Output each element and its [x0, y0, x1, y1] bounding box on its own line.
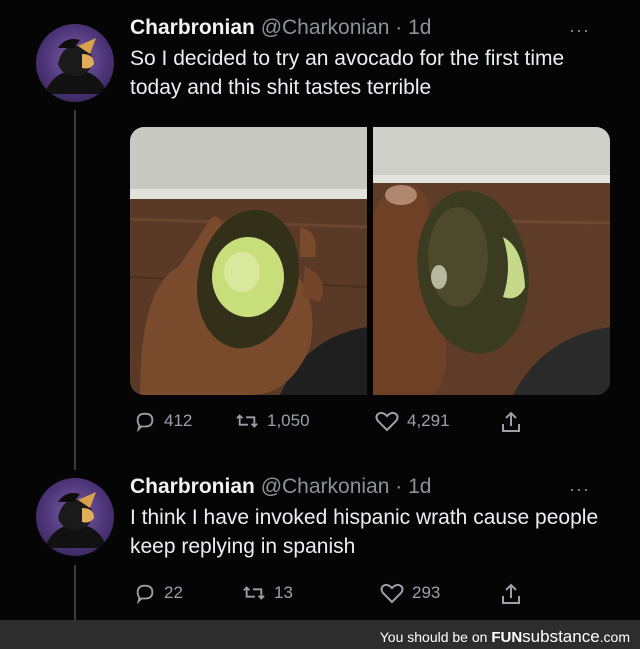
more-icon[interactable]: ···	[569, 20, 590, 41]
author-handle[interactable]: @Charkonian	[261, 16, 390, 39]
tweet-text: So I decided to try an avocado for the f…	[130, 47, 565, 99]
share-icon	[502, 411, 520, 432]
avocado-photo-2[interactable]	[373, 127, 610, 395]
share-button[interactable]	[500, 582, 530, 606]
tweet-text: I think I have invoked hispanic wrath ca…	[130, 506, 599, 558]
retweet-icon	[236, 414, 258, 428]
avatar-image	[44, 38, 108, 94]
retweet-count: 1,050	[267, 411, 310, 430]
brand-bold: FUN	[491, 629, 523, 646]
reply-button[interactable]: 412	[134, 410, 192, 432]
photo-grid[interactable]	[130, 127, 610, 395]
author-handle[interactable]: @Charkonian	[261, 475, 390, 498]
tweet-2[interactable]: Charbronian @Charkonian · 1d ··· I think…	[130, 475, 610, 561]
retweet-button[interactable]: 1,050	[235, 410, 310, 432]
share-icon	[502, 583, 520, 604]
reply-count: 22	[164, 583, 183, 602]
timestamp[interactable]: · 1d	[395, 475, 431, 498]
reply-icon	[136, 584, 154, 604]
avatar[interactable]	[36, 24, 114, 102]
avatar[interactable]	[36, 478, 114, 556]
tweet-1-actions: 412 1,050 4,291	[130, 410, 530, 440]
tweet-1[interactable]: Charbronian @Charkonian · 1d ··· So I de…	[130, 16, 610, 102]
thread-line-bottom	[74, 565, 76, 620]
tweet-header: Charbronian @Charkonian · 1d	[130, 16, 610, 40]
share-button[interactable]	[500, 410, 530, 434]
author-name[interactable]: Charbronian	[130, 475, 255, 498]
retweet-count: 13	[274, 583, 293, 602]
tweet-header: Charbronian @Charkonian · 1d	[130, 475, 610, 499]
like-button[interactable]: 4,291	[375, 410, 450, 432]
like-icon	[375, 411, 399, 432]
like-icon	[380, 583, 404, 604]
retweet-button[interactable]: 13	[242, 582, 293, 604]
like-button[interactable]: 293	[380, 582, 440, 604]
brand-tld: .com	[599, 629, 630, 645]
like-count: 293	[412, 583, 441, 602]
reply-count: 412	[164, 411, 193, 430]
tweet-2-actions: 22 13 293	[130, 582, 530, 612]
reply-button[interactable]: 22	[134, 582, 183, 604]
timestamp[interactable]: · 1d	[395, 16, 431, 39]
brand-rest: substance	[522, 627, 600, 646]
more-icon[interactable]: ···	[569, 479, 590, 500]
like-count: 4,291	[407, 411, 450, 430]
reply-icon	[136, 412, 154, 432]
author-name[interactable]: Charbronian	[130, 16, 255, 39]
avocado-photo-1[interactable]	[130, 127, 367, 395]
watermark-prefix: You should be on	[379, 629, 488, 645]
avatar-image	[44, 492, 108, 548]
watermark-text[interactable]: You should be on FUNsubstance.com	[380, 627, 630, 647]
thread-line-top	[74, 110, 76, 470]
retweet-icon	[243, 586, 265, 600]
watermark-bar: You should be on FUNsubstance.com	[0, 620, 640, 649]
